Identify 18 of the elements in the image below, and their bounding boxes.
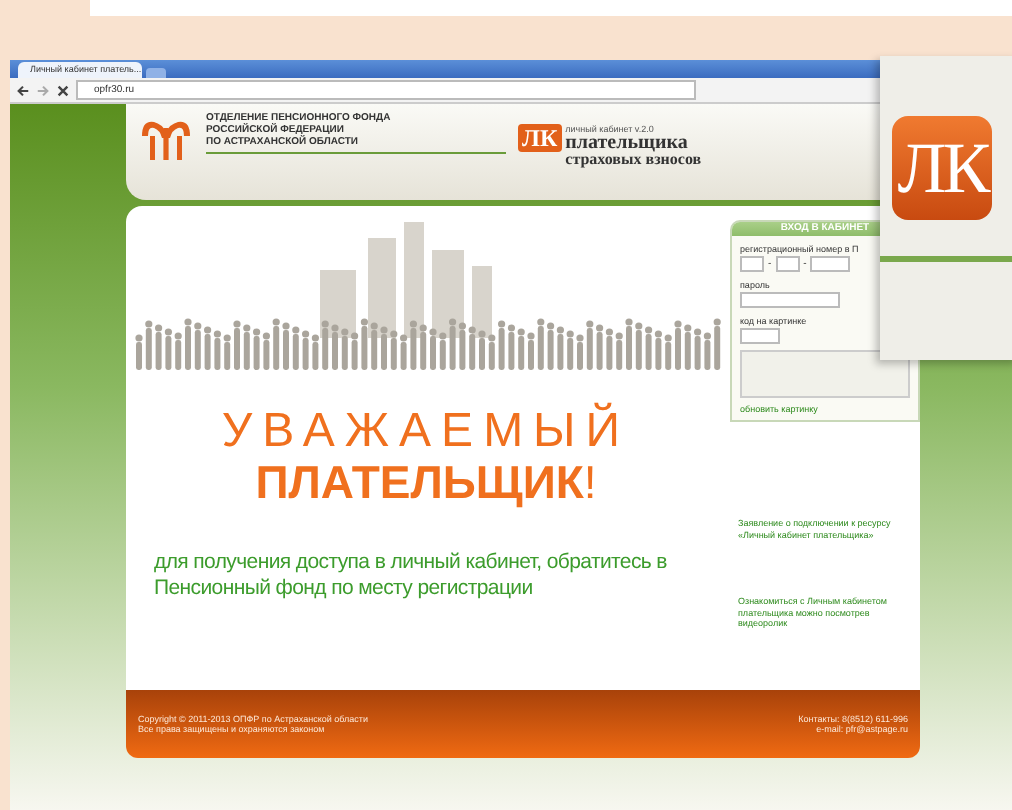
site-subtitle: страховых взносов	[565, 152, 702, 168]
exclamation-mark: !	[583, 458, 597, 506]
forward-arrow-icon[interactable]	[36, 83, 50, 97]
reg-number-field[interactable]	[810, 256, 851, 272]
new-tab-button[interactable]	[146, 68, 166, 78]
reg-number-field[interactable]	[740, 256, 764, 272]
stop-icon[interactable]	[56, 83, 70, 97]
lk-logo: ЛК	[518, 124, 562, 152]
site-title: плательщика	[565, 134, 690, 152]
captcha-field[interactable]	[740, 328, 780, 344]
back-arrow-icon[interactable]	[16, 83, 30, 97]
lk-logo: ЛК	[892, 116, 992, 220]
password-field[interactable]	[740, 292, 840, 308]
greeting-heading: ПЛАТЕЛЬЩИК	[255, 458, 584, 506]
pension-fund-emblem-icon	[138, 116, 194, 160]
access-message: для получения доступа в личный кабинет, обратитесь в Пенсионный фонд по месту регистрации	[152, 550, 669, 602]
reg-number-field[interactable]	[775, 256, 800, 272]
greeting-heading: УВАЖАЕМЫЙ	[221, 406, 631, 458]
